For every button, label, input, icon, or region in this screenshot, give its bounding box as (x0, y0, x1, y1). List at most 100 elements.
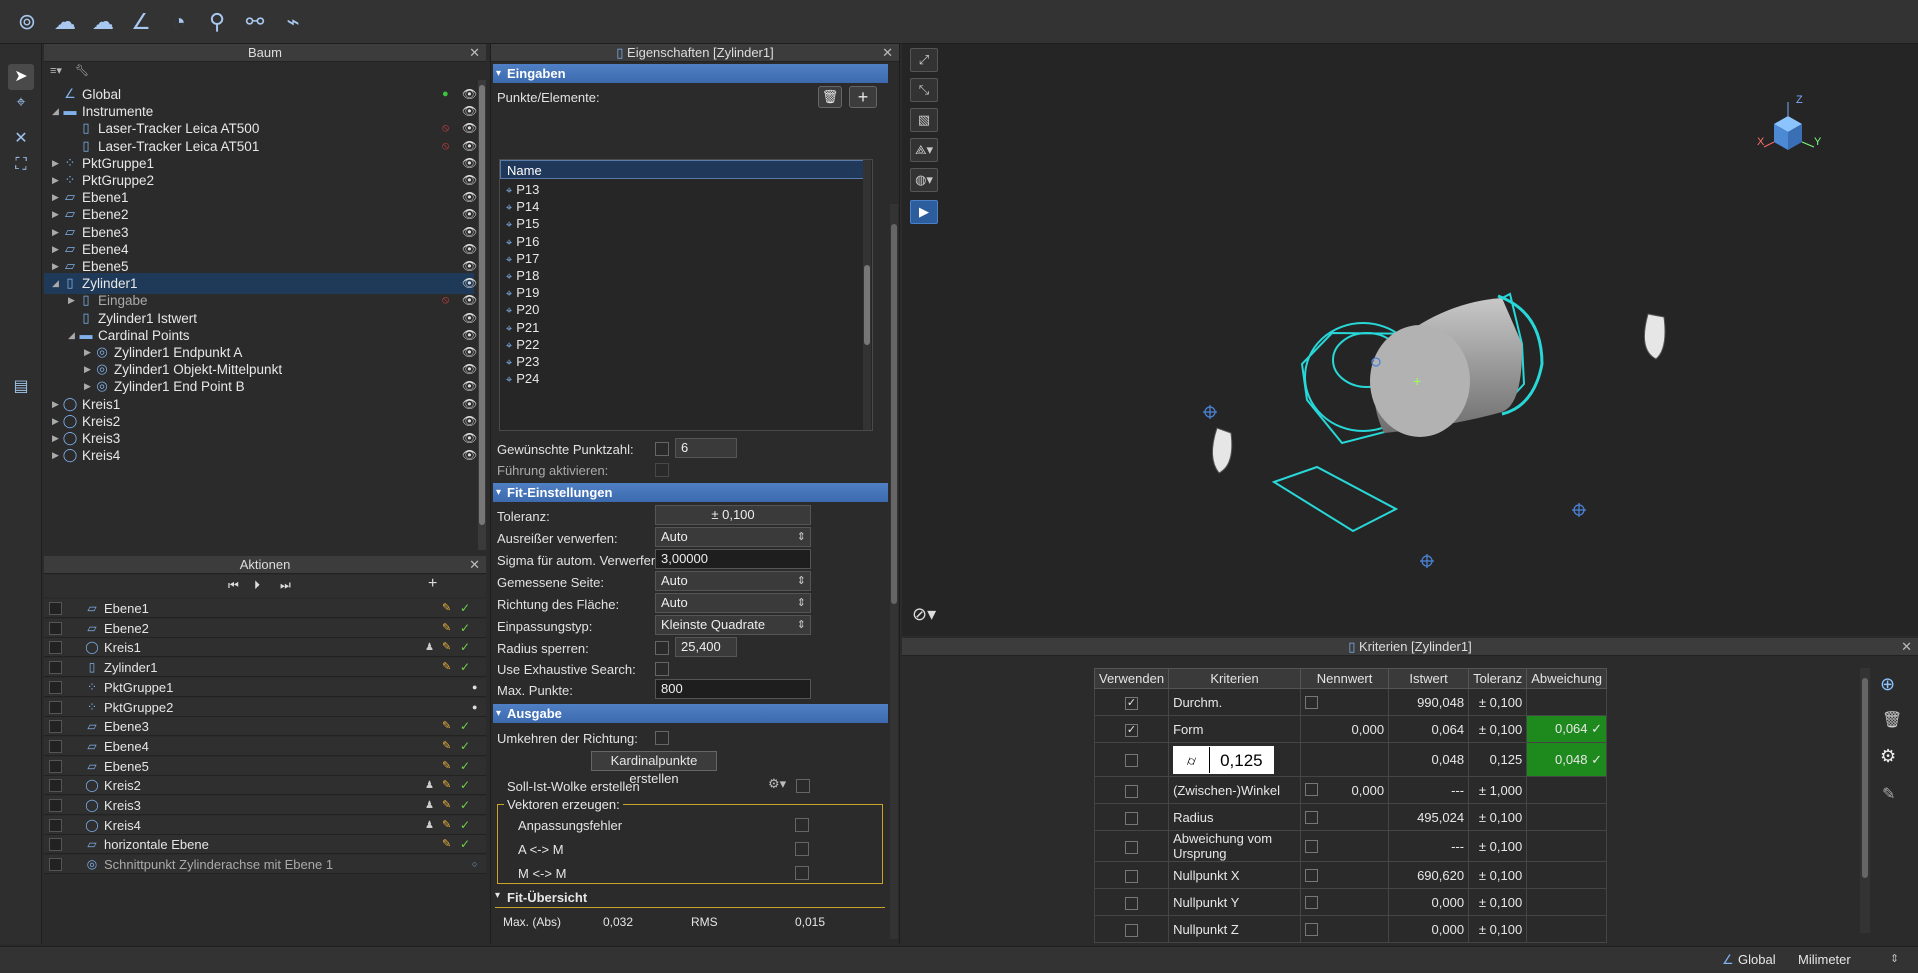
edit-icon[interactable]: ✎ (442, 816, 451, 835)
criteria-col-header[interactable]: Istwert (1388, 668, 1470, 689)
criteria-col-header[interactable]: Nennwert (1300, 668, 1390, 689)
criteria-row[interactable]: Nullpunkt Z 0,000 ± 0,100 (1093, 915, 1608, 943)
action-checkbox[interactable] (49, 661, 62, 675)
action-row[interactable]: ▯ Zylinder1 ✎ ✓ (44, 658, 486, 678)
gew-checkbox[interactable] (655, 442, 669, 456)
point-item[interactable]: ⌖ P24 (506, 368, 539, 389)
add-point-icon[interactable]: + (849, 86, 877, 108)
plane-outline[interactable] (1271, 465, 1399, 533)
edit-icon[interactable]: ✎ (442, 835, 451, 854)
menu-icon[interactable]: ≡▾ (50, 65, 62, 77)
laser-tracker-left[interactable] (1212, 427, 1233, 474)
criteria-scrollbar[interactable] (1860, 668, 1870, 933)
action-row[interactable]: ◯ Kreis2 ♟ ✎ ✓ (44, 776, 486, 796)
sigma-input[interactable]: 3,00000 (655, 549, 811, 569)
use-checkbox[interactable] (1125, 923, 1139, 937)
action-row[interactable]: ▱ Ebene5 ✎ ✓ (44, 756, 486, 776)
fit-cloud-icon[interactable]: ☁ (50, 7, 80, 37)
criteria-col-header[interactable]: Kriterien (1168, 668, 1302, 689)
fit-cloud2-icon[interactable]: ☁ (88, 7, 118, 37)
edit-icon[interactable]: ✎ (442, 776, 451, 795)
action-checkbox[interactable] (49, 602, 62, 615)
vec1-checkbox[interactable] (795, 818, 809, 832)
close-icon[interactable]: ✕ (469, 44, 480, 62)
action-row[interactable]: ◎ Schnittpunkt Zylinderachse mit Ebene 1 ○ (44, 855, 486, 875)
vec2-checkbox[interactable] (795, 842, 809, 856)
laser-tracker-right[interactable] (1643, 313, 1666, 360)
criteria-row[interactable]: ✓ Form 0,000 0,064 ± 0,100 0,064 ✓ (1093, 715, 1608, 743)
action-checkbox[interactable] (49, 641, 62, 655)
coord-system-label[interactable]: Global (1738, 952, 1776, 967)
action-checkbox[interactable] (49, 779, 62, 793)
edit-icon[interactable]: ✎ (442, 658, 451, 677)
action-row[interactable]: ⁘ PktGruppe2 ● (44, 697, 486, 717)
use-checkbox[interactable] (1125, 784, 1139, 798)
play-step-icon[interactable]: ⏵ (254, 578, 260, 593)
edit-icon[interactable]: ✎ (442, 796, 451, 815)
exhaustive-checkbox[interactable] (655, 662, 669, 676)
action-row[interactable]: ◯ Kreis4 ♟ ✎ ✓ (44, 815, 486, 835)
action-row[interactable]: ⁘ PktGruppe1 ● (44, 677, 486, 697)
chevron-updown-icon[interactable]: ⇕ (1890, 952, 1899, 965)
close-icon[interactable]: ✕ (882, 44, 893, 62)
action-checkbox[interactable] (49, 759, 62, 773)
maxp-input[interactable]: 800 (655, 679, 811, 699)
delete-icon[interactable]: 🗑︎ (818, 86, 842, 108)
action-checkbox[interactable] (49, 621, 62, 635)
gear-icon[interactable]: ⚙▾ (768, 776, 786, 792)
scan-icon[interactable]: ⛶ (8, 152, 34, 178)
criteria-row[interactable]: Nullpunkt Y 0,000 ± 0,100 (1093, 888, 1608, 916)
use-checkbox[interactable] (1125, 754, 1139, 768)
action-row[interactable]: ▱ Ebene4 ✎ ✓ (44, 736, 486, 756)
section-eingaben[interactable]: Eingaben (493, 64, 888, 83)
skip-start-icon[interactable]: ⏮ (228, 578, 239, 593)
view-cube[interactable] (1763, 102, 1815, 150)
action-checkbox[interactable] (49, 858, 62, 872)
action-checkbox[interactable] (49, 818, 62, 832)
fit-graph-icon[interactable]: ⌁ (278, 7, 308, 37)
tree-item[interactable]: ▶ ◯ Kreis4 👁︎ (44, 445, 477, 466)
action-row[interactable]: ▱ Ebene3 ✎ ✓ (44, 717, 486, 737)
criteria-row[interactable]: Radius 495,024 ± 0,100 (1093, 803, 1608, 831)
fit-arc-icon[interactable]: ◔ (164, 7, 194, 37)
edit-icon[interactable]: ✎ (442, 638, 451, 657)
fit-person-icon[interactable]: ⚲ (202, 7, 232, 37)
eye-icon[interactable]: 👁︎ (462, 445, 477, 466)
section-ausgabe[interactable]: Ausgabe (493, 704, 888, 723)
typ-select[interactable]: Kleinste Quadrate (655, 615, 811, 635)
cylinder-model[interactable]: + (1300, 292, 1544, 445)
action-checkbox[interactable] (49, 799, 62, 812)
skip-end-icon[interactable]: ⏭ (280, 578, 291, 593)
settings-icon[interactable]: ⚙ (1880, 746, 1896, 767)
report-icon[interactable]: ▤ (8, 374, 34, 400)
criteria-row[interactable]: Nullpunkt X 690,620 ± 0,100 (1093, 861, 1608, 889)
section-fit-einstellungen[interactable]: Fit-Einstellungen (493, 483, 888, 502)
criteria-row[interactable]: Abweichung vom Ursprung --- ± 0,100 (1093, 830, 1608, 862)
edit-icon[interactable]: ✎ (442, 757, 451, 776)
points-scrollbar[interactable] (863, 160, 871, 430)
nenn-checkbox[interactable] (1305, 895, 1319, 909)
action-row[interactable]: ◯ Kreis3 ♟ ✎ ✓ (44, 796, 486, 815)
edit-icon[interactable]: ✎ (442, 717, 451, 736)
action-checkbox[interactable] (49, 739, 62, 753)
gew-input[interactable]: 6 (675, 438, 737, 458)
nenn-checkbox[interactable] (1305, 839, 1319, 853)
fit-circle-icon[interactable]: ⊚ (12, 7, 42, 37)
criteria-row[interactable]: (Zwischen-)Winkel 0,000 --- ± 1,000 (1093, 776, 1608, 804)
umkehren-checkbox[interactable] (655, 731, 669, 745)
action-checkbox[interactable] (49, 720, 62, 734)
nenn-checkbox[interactable] (1305, 782, 1319, 796)
richtung-select[interactable]: Auto (655, 593, 811, 613)
vec3-checkbox[interactable] (795, 866, 809, 880)
criteria-row[interactable]: ⌭ 0,125 0,048 0,125 0,048 ✓ (1093, 742, 1608, 777)
select-area-icon[interactable]: ⌖ (8, 90, 34, 116)
tree-scroll-thumb[interactable] (479, 85, 485, 525)
action-checkbox[interactable] (49, 680, 62, 694)
fit-axis-icon[interactable]: ∠ (126, 7, 156, 37)
close-icon[interactable]: ✕ (469, 556, 480, 574)
criteria-col-header[interactable]: Abweichung (1526, 668, 1608, 689)
criteria-col-header[interactable]: Toleranz (1468, 668, 1528, 689)
criteria-col-header[interactable]: Verwenden (1093, 668, 1170, 689)
properties-scrollbar[interactable] (890, 204, 898, 939)
action-row[interactable]: ▱ Ebene2 ✎ ✓ (44, 618, 486, 638)
